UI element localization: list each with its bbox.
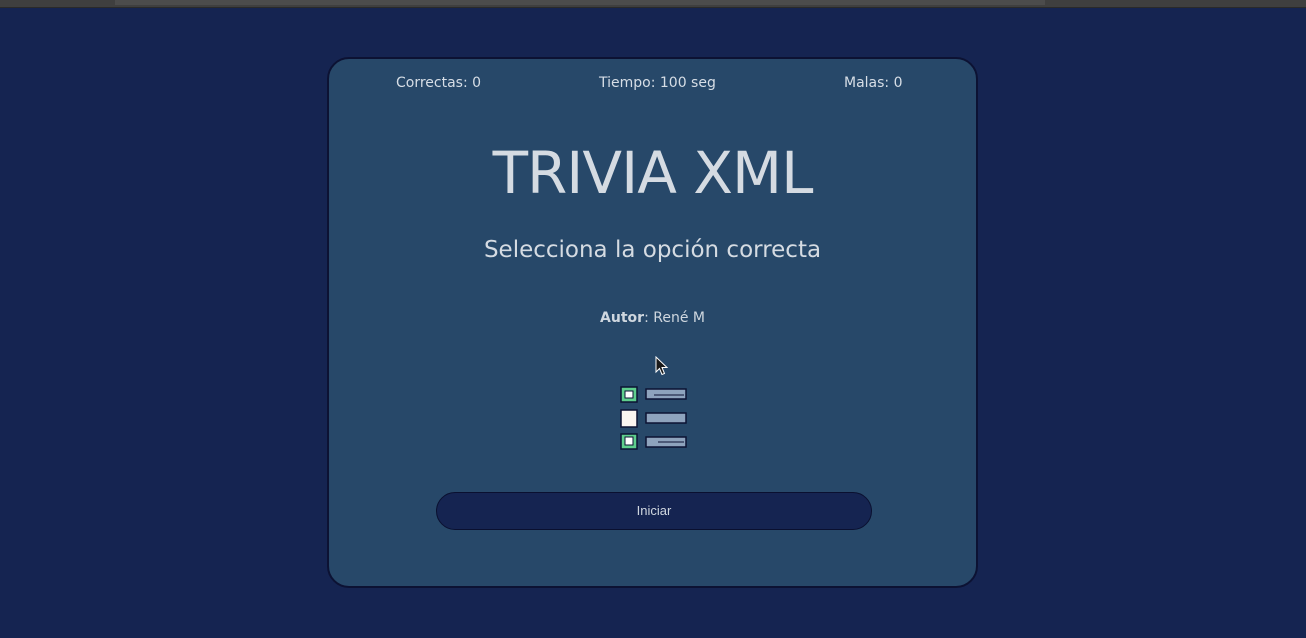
browser-top-strip	[0, 0, 1306, 8]
author-separator: :	[644, 310, 649, 326]
page-subtitle: Selecciona la opción correcta	[483, 237, 822, 263]
author-label: Autor	[600, 310, 645, 326]
author-line: Autor: René M	[329, 310, 976, 326]
page-title: TRIVIA XML	[492, 139, 814, 207]
mouse-cursor-icon	[655, 356, 669, 376]
correct-count: Correctas: 0	[396, 75, 482, 91]
trivia-card: Correctas: 0 Tiempo: 100 seg Malas: 0 TR…	[327, 57, 978, 588]
author-name: René M	[653, 310, 705, 326]
time-remaining: Tiempo: 100 seg	[599, 75, 716, 91]
scrollbar-track	[115, 0, 1045, 5]
quiz-checklist-icon	[620, 386, 687, 450]
start-button[interactable]: Iniciar	[436, 492, 872, 530]
wrong-count: Malas: 0	[844, 75, 903, 91]
